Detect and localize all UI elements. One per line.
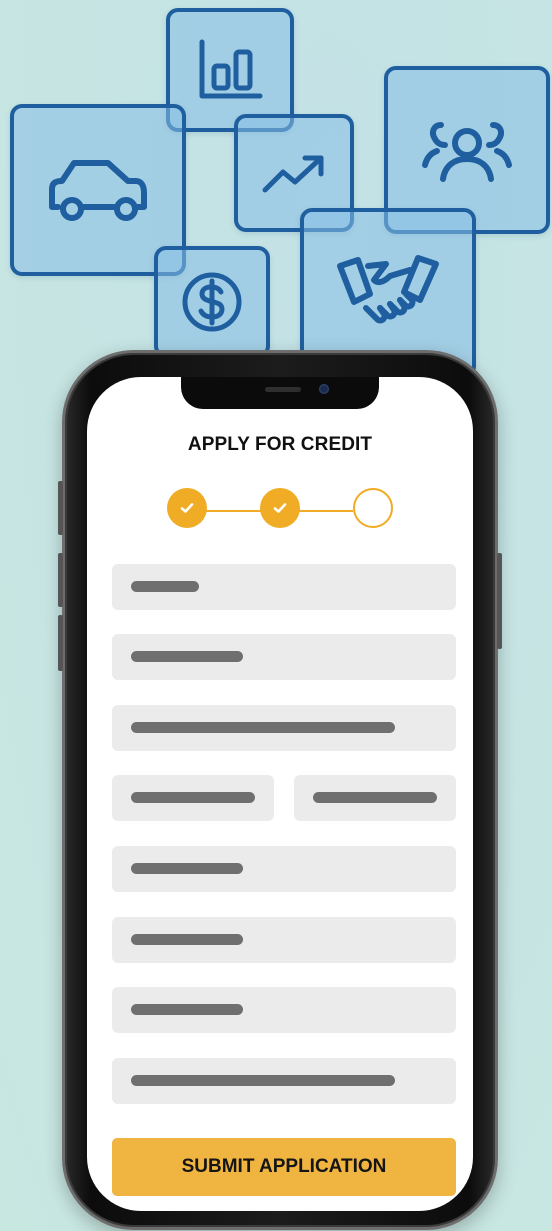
form-field-4a[interactable] <box>112 775 274 821</box>
car-icon <box>49 160 147 221</box>
form-field-2[interactable] <box>112 634 456 680</box>
side-button <box>497 553 502 649</box>
step-3-current <box>353 488 393 528</box>
people-icon <box>422 122 512 182</box>
placeholder-bar <box>131 581 199 592</box>
submit-application-button[interactable]: SUBMIT APPLICATION <box>112 1138 456 1196</box>
form-field-3[interactable] <box>112 705 456 751</box>
placeholder-bar <box>131 934 243 945</box>
side-button <box>58 553 63 607</box>
front-camera <box>319 384 329 394</box>
speaker-grille <box>265 387 301 392</box>
step-1-completed <box>167 488 207 528</box>
check-icon <box>180 503 194 513</box>
phone-device: APPLY FOR CREDIT SUBMIT APPLICATION <box>58 350 502 1230</box>
placeholder-bar <box>313 792 437 803</box>
check-icon <box>273 503 287 513</box>
side-button <box>58 481 63 535</box>
page-title: APPLY FOR CREDIT <box>187 434 373 455</box>
placeholder-bar <box>131 1004 243 1015</box>
bar-chart-icon <box>199 39 263 99</box>
form-field-5[interactable] <box>112 846 456 892</box>
form-field-4b[interactable] <box>294 775 456 821</box>
form-field-8[interactable] <box>112 1058 456 1104</box>
form-field-7[interactable] <box>112 987 456 1033</box>
placeholder-bar <box>131 722 395 733</box>
placeholder-bar <box>131 792 255 803</box>
dollar-icon <box>182 272 242 332</box>
step-connector <box>205 510 261 512</box>
notch <box>181 377 379 409</box>
form-field-6[interactable] <box>112 917 456 963</box>
handshake-icon <box>337 255 439 324</box>
progress-stepper <box>167 488 399 534</box>
form-field-1[interactable] <box>112 564 456 610</box>
phone-screen: APPLY FOR CREDIT SUBMIT APPLICATION <box>87 377 473 1211</box>
dollar-tile <box>154 246 270 358</box>
placeholder-bar <box>131 651 243 662</box>
side-button <box>58 615 63 671</box>
placeholder-bar <box>131 863 243 874</box>
step-connector <box>297 510 353 512</box>
step-2-completed <box>260 488 300 528</box>
placeholder-bar <box>131 1075 395 1086</box>
trend-up-icon <box>262 155 324 193</box>
